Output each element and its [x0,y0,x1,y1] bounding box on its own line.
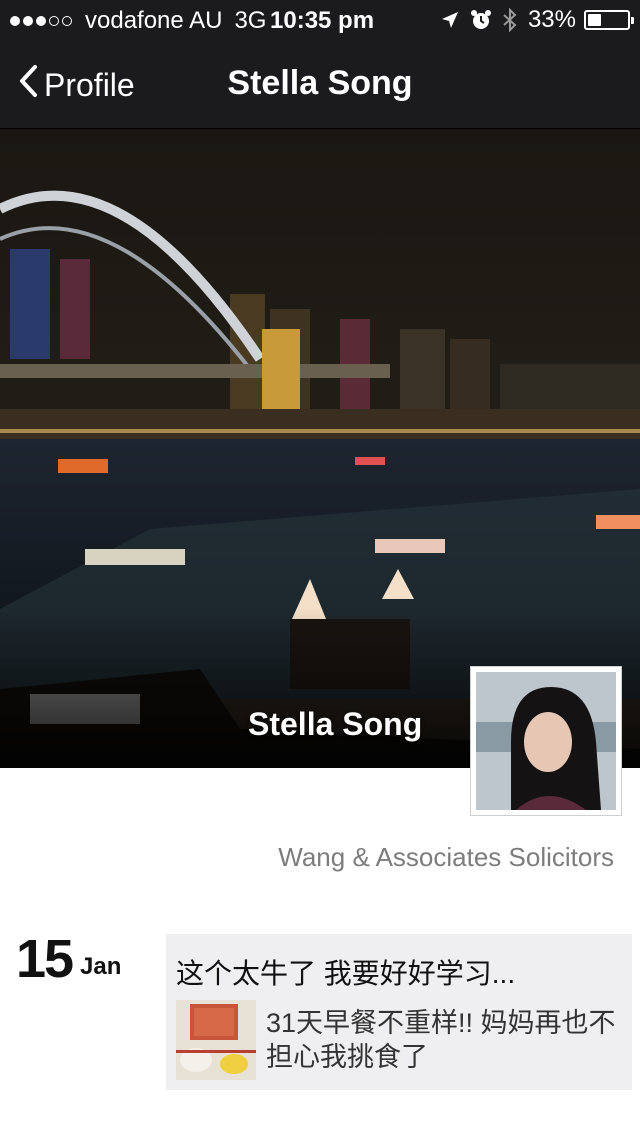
navigation-bar: Profile Stella Song [0,40,640,129]
post-text: 这个太牛了 我要好好学习... [176,958,516,989]
signal-dot [10,16,20,26]
signal-strength-icon [10,16,75,26]
feed-post[interactable]: 这个太牛了 我要好好学习... 31天早餐不重样!! 妈妈再也不担心我挑食了 [166,934,632,1090]
carrier-name: vodafone AU [85,7,223,34]
signal-dot [62,16,72,26]
signal-dot [49,16,59,26]
link-thumbnail [176,1000,256,1080]
cover-profile-name: Stella Song [248,706,423,742]
status-right: 33% [440,6,634,34]
signal-dot [23,16,33,26]
battery-fill [588,14,601,26]
avatar[interactable] [470,666,622,816]
link-title: 31天早餐不重样!! 妈妈再也不担心我挑食了 [266,1008,616,1072]
battery-percent: 33% [527,6,576,33]
battery-icon [584,10,634,30]
bluetooth-icon [502,8,518,32]
post-date-month: Jan [80,953,122,980]
location-arrow-icon [440,10,460,30]
alarm-clock-icon [470,9,492,31]
company-name: Wang & Associates Solicitors [278,842,614,872]
carrier-info: vodafone AU 3G [10,7,266,35]
post-date-day: 15 [16,929,74,989]
status-bar: vodafone AU 3G 10:35 pm 33% [0,0,640,40]
status-time: 10:35 pm [270,7,375,34]
network-type: 3G [234,7,267,34]
page-title: Stella Song [227,64,413,102]
signal-dot [36,16,46,26]
